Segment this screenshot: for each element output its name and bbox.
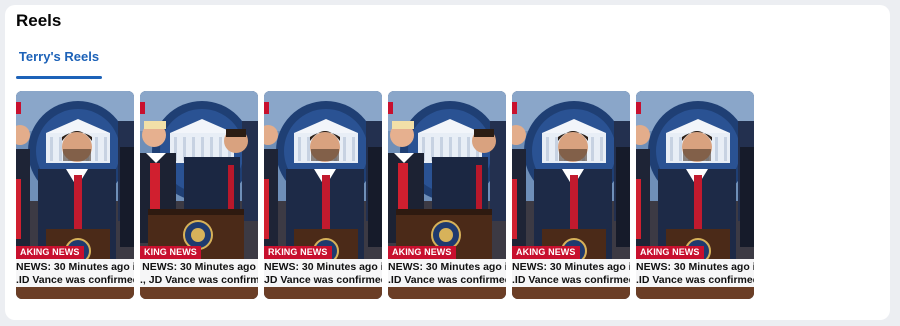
caption-line-2: ., JD Vance was confirm [140,274,258,286]
reel-thumbnail-image [16,91,134,259]
breaking-news-badge: AKING NEWS [512,246,580,259]
active-tab-indicator [16,76,102,79]
podium-strip [388,287,506,299]
live-flag-icon [388,102,393,114]
reel-tile[interactable]: AKING NEWS NEWS: 30 Minutes ago in .ID Van… [512,91,630,299]
reel-thumbnail-image [636,91,754,259]
reel-thumbnail-image [388,91,506,259]
caption-line-1: NEWS: 30 Minutes ago in [636,261,754,273]
breaking-news-badge: AKING NEWS [16,246,84,259]
breaking-news-badge: AKING NEWS [636,246,704,259]
reels-card: Reels Terry's Reels AKING NEWS NEWS: 30 M… [5,5,890,320]
caption-line-2: .ID Vance was confirmed [388,274,506,286]
podium-strip [16,287,134,299]
caption-line-1: NEWS: 30 Minutes ago in [16,261,134,273]
breaking-news-badge: AKING NEWS [388,246,456,259]
live-flag-icon [16,102,21,114]
live-flag-icon [512,102,517,114]
live-flag-icon [264,102,269,114]
caption-line-2: JD Vance was confirmed [264,274,382,286]
podium-strip [264,287,382,299]
live-flag-icon [636,102,641,114]
reel-tile[interactable]: RKING NEWS NEWS: 30 Minutes ago in JD Vanc… [264,91,382,299]
reel-thumbnail-image [512,91,630,259]
reels-row: AKING NEWS NEWS: 30 Minutes ago in .ID Van… [16,91,756,299]
caption-line-2: .ID Vance was confirmed [636,274,754,286]
caption-line-2: .ID Vance was confirmed [512,274,630,286]
caption-line-1: NEWS: 30 Minutes ago in [512,261,630,273]
caption-line-1: NEWS: 30 Minutes ago in [264,261,382,273]
reel-tile[interactable]: AKING NEWS NEWS: 30 Minutes ago in .ID Van… [388,91,506,299]
breaking-news-badge: KING NEWS [140,246,201,259]
podium-strip [636,287,754,299]
reel-tile[interactable]: AKING NEWS NEWS: 30 Minutes ago in .ID Van… [16,91,134,299]
live-flag-icon [140,102,145,114]
podium-strip [512,287,630,299]
breaking-news-badge: RKING NEWS [264,246,332,259]
caption-line-2: .ID Vance was confirmed [16,274,134,286]
caption-line-1: NEWS: 30 Minutes ago in [388,261,506,273]
caption-line-1: NEWS: 30 Minutes ago [142,261,256,273]
reel-thumbnail-image [140,91,258,259]
podium-strip [140,287,258,299]
reel-tile[interactable]: AKING NEWS NEWS: 30 Minutes ago in .ID Van… [636,91,754,299]
tab-label: Terry's Reels [18,49,100,64]
reel-tile[interactable]: KING NEWS NEWS: 30 Minutes ago., JD Vance… [140,91,258,299]
tab-terrys-reels[interactable]: Terry's Reels [16,43,102,79]
section-title: Reels [16,11,62,30]
reel-thumbnail-image [264,91,382,259]
